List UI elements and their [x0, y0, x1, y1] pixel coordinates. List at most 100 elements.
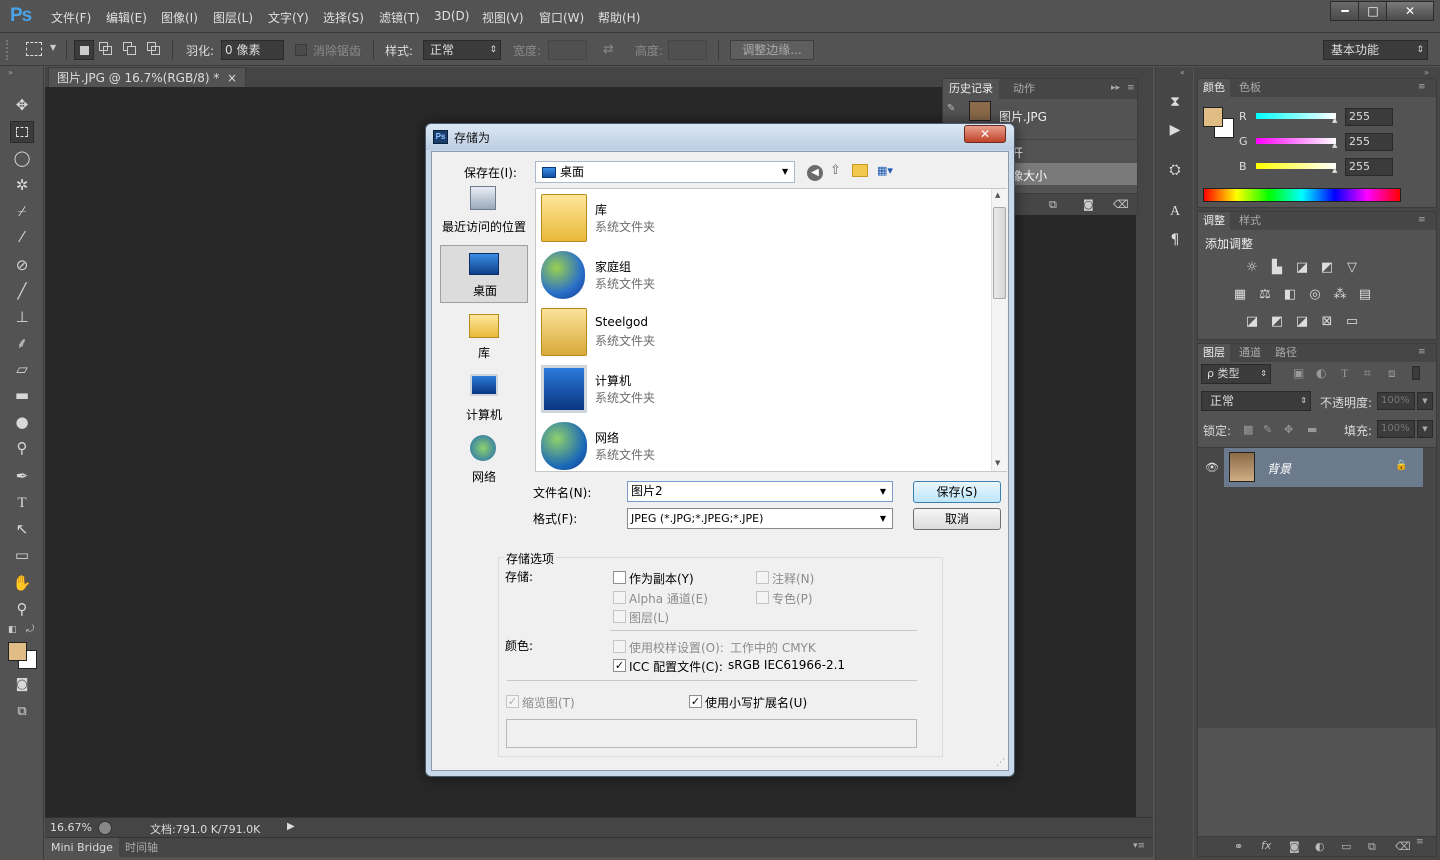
- slider-handle-icon[interactable]: ▲: [1332, 166, 1337, 174]
- list-item[interactable]: Steelgod 系统文件夹: [541, 306, 961, 360]
- quick-mask-icon[interactable]: ◙: [10, 674, 34, 696]
- camera-snapshot-icon[interactable]: ◙: [1083, 198, 1094, 211]
- channel-mixer-icon[interactable]: ⁂: [1331, 287, 1349, 303]
- cancel-button[interactable]: 取消: [913, 508, 1001, 530]
- tab-history[interactable]: 历史记录: [943, 79, 999, 99]
- new-selection-icon[interactable]: [74, 40, 94, 60]
- color-spectrum-ramp[interactable]: [1203, 188, 1401, 202]
- opacity-dropdown-icon[interactable]: ▼: [1417, 392, 1433, 410]
- status-info-icon[interactable]: [98, 821, 112, 835]
- layer-style-icon[interactable]: fx: [1261, 839, 1271, 852]
- gradient-map-icon[interactable]: ▭: [1343, 314, 1361, 330]
- combo-arrow-icon[interactable]: ▼: [876, 482, 890, 501]
- use-proof-checkbox[interactable]: [613, 640, 626, 653]
- save-button[interactable]: 保存(S): [913, 481, 1001, 503]
- subtract-selection-icon[interactable]: [123, 42, 137, 56]
- place-network[interactable]: 网络: [440, 432, 528, 490]
- foreground-swatch[interactable]: [1203, 107, 1223, 127]
- document-tab[interactable]: 图片.JPG @ 16.7%(RGB/8) * ×: [48, 67, 247, 87]
- close-window-button[interactable]: ✕: [1386, 1, 1434, 21]
- save-in-combo[interactable]: 桌面 ▼: [535, 161, 795, 183]
- as-copy-checkbox[interactable]: [613, 571, 626, 584]
- g-value-input[interactable]: 255: [1345, 133, 1393, 151]
- screen-mode-icon[interactable]: ⧉: [10, 701, 34, 723]
- as-copy-label[interactable]: 作为副本(Y): [629, 570, 694, 587]
- black-white-icon[interactable]: ◧: [1281, 287, 1299, 303]
- hand-tool-icon[interactable]: ✋: [10, 572, 34, 594]
- panel-collapse-icon[interactable]: ▸▸: [1111, 83, 1120, 93]
- workspace-select[interactable]: 基本功能 ⇕: [1323, 40, 1428, 60]
- history-panel-icon[interactable]: ⧗: [1164, 91, 1186, 113]
- spot-checkbox[interactable]: [756, 591, 769, 604]
- tab-swatches[interactable]: 色板: [1234, 79, 1266, 97]
- refine-edge-button[interactable]: 调整边缘...: [730, 40, 814, 60]
- menu-layer[interactable]: 图层(L): [213, 9, 253, 26]
- new-folder-icon[interactable]: [852, 164, 868, 177]
- icc-profile-label[interactable]: ICC 配置文件(C):: [629, 658, 723, 675]
- tab-mini-bridge[interactable]: Mini Bridge: [45, 838, 119, 857]
- lowercase-ext-checkbox[interactable]: ✓: [689, 695, 702, 708]
- add-selection-icon[interactable]: [99, 42, 113, 56]
- slider-handle-icon[interactable]: ▲: [1332, 116, 1337, 124]
- character-panel-icon[interactable]: A: [1164, 201, 1186, 223]
- tab-layers[interactable]: 图层: [1198, 344, 1230, 362]
- tab-styles[interactable]: 样式: [1234, 212, 1266, 230]
- b-value-input[interactable]: 255: [1345, 158, 1393, 176]
- filter-adjustment-icon[interactable]: ◐: [1316, 366, 1326, 380]
- height-input[interactable]: [668, 40, 707, 60]
- type-tool-icon[interactable]: T: [10, 492, 34, 514]
- panel-menu-icon[interactable]: ▾≡: [1133, 841, 1145, 851]
- blend-mode-select[interactable]: 正常 ⇕: [1201, 391, 1311, 411]
- layer-filter-type-select[interactable]: ρ 类型 ⇕: [1201, 364, 1271, 384]
- menu-select[interactable]: 选择(S): [323, 9, 364, 26]
- place-desktop[interactable]: 桌面: [440, 245, 528, 303]
- menu-image[interactable]: 图像(I): [161, 9, 198, 26]
- foreground-color-swatch[interactable]: [8, 642, 27, 661]
- swap-colors-icon[interactable]: ⤾: [26, 624, 34, 635]
- list-item[interactable]: 家庭组 系统文件夹: [541, 249, 961, 303]
- list-item[interactable]: 库 系统文件夹: [541, 192, 961, 246]
- maximize-button[interactable]: □: [1358, 1, 1388, 21]
- list-item[interactable]: 计算机 系统文件夹: [541, 363, 961, 417]
- panel-menu-icon[interactable]: ≡: [1416, 837, 1424, 847]
- tab-color[interactable]: 颜色: [1198, 79, 1230, 97]
- filter-type-icon[interactable]: T: [1341, 366, 1348, 381]
- dialog-titlebar[interactable]: Ps 存储为 ✕: [426, 124, 1014, 150]
- exposure-icon[interactable]: ◩: [1318, 260, 1336, 276]
- paragraph-panel-icon[interactable]: ¶: [1164, 229, 1186, 251]
- tab-actions[interactable]: 动作: [1007, 79, 1041, 99]
- slider-handle-icon[interactable]: ▲: [1332, 141, 1337, 149]
- marquee-tool-icon[interactable]: [26, 42, 42, 56]
- zoom-tool-icon[interactable]: ⚲: [10, 598, 34, 620]
- vibrance-icon[interactable]: ▽: [1343, 260, 1361, 276]
- notes-checkbox[interactable]: [756, 571, 769, 584]
- pen-tool-icon[interactable]: ✒: [10, 465, 34, 487]
- place-computer[interactable]: 计算机: [440, 370, 528, 428]
- curves-icon[interactable]: ◪: [1293, 260, 1311, 276]
- selective-color-icon[interactable]: ⊠: [1318, 314, 1336, 330]
- opacity-input[interactable]: 100%: [1377, 392, 1415, 410]
- menu-3d[interactable]: 3D(D): [434, 9, 469, 23]
- lock-image-icon[interactable]: ✎: [1263, 423, 1272, 436]
- dodge-tool-icon[interactable]: ⚲: [10, 437, 34, 459]
- scroll-up-icon[interactable]: ▲: [995, 191, 1000, 199]
- lock-position-icon[interactable]: ✥: [1284, 423, 1293, 436]
- healing-brush-tool-icon[interactable]: ⊘: [10, 254, 34, 276]
- b-slider[interactable]: [1256, 163, 1336, 169]
- tool-preset-arrow-icon[interactable]: ▼: [50, 43, 56, 52]
- panel-menu-icon[interactable]: ≡: [1418, 82, 1426, 92]
- collapse-arrows-icon[interactable]: »: [8, 68, 13, 77]
- fill-dropdown-icon[interactable]: ▼: [1417, 420, 1433, 438]
- intersect-selection-icon[interactable]: [147, 42, 161, 56]
- new-layer-icon[interactable]: ⧉: [1368, 840, 1376, 854]
- path-select-tool-icon[interactable]: ↖: [10, 518, 34, 540]
- blur-tool-icon[interactable]: ●: [10, 411, 34, 433]
- scroll-thumb[interactable]: [993, 207, 1006, 299]
- antialias-checkbox[interactable]: [295, 44, 307, 56]
- collapse-arrows-icon[interactable]: »: [1424, 68, 1429, 77]
- layer-name[interactable]: 背景: [1267, 460, 1291, 477]
- gradient-tool-icon[interactable]: ▬: [10, 384, 34, 406]
- threshold-icon[interactable]: ◪: [1293, 314, 1311, 330]
- menu-help[interactable]: 帮助(H): [598, 9, 640, 26]
- properties-panel-icon[interactable]: ⛭: [1164, 159, 1186, 181]
